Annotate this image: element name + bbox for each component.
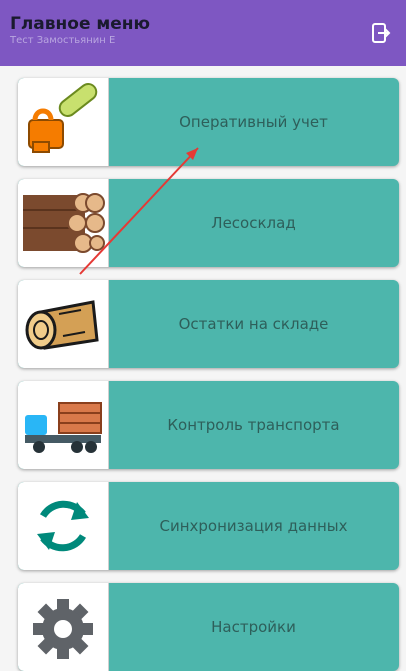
timber-truck-icon xyxy=(25,402,102,453)
menu-item-icon-box xyxy=(18,179,109,267)
menu-item-settings[interactable]: Настройки xyxy=(18,583,399,671)
menu-item-label: Синхронизация данных xyxy=(159,517,348,535)
chainsaw-icon xyxy=(28,82,98,153)
menu-item-stock-balance[interactable]: Остатки на складе xyxy=(18,280,399,368)
log-icon xyxy=(25,300,99,350)
sync-icon xyxy=(37,500,89,552)
menu-item-operational-accounting[interactable]: Оперативный учет xyxy=(18,78,399,166)
gear-icon xyxy=(33,599,93,659)
app-header: Главное меню Тест Замостьянин Е xyxy=(0,0,406,66)
log-pile-icon xyxy=(23,193,105,253)
menu-item-label: Оперативный учет xyxy=(179,113,328,131)
menu-item-icon-box xyxy=(18,583,109,671)
exit-icon[interactable] xyxy=(370,22,392,44)
user-subtitle: Тест Замостьянин Е xyxy=(10,35,116,46)
page-title: Главное меню xyxy=(10,14,151,34)
menu-item-timber-yard[interactable]: Лесосклад xyxy=(18,179,399,267)
menu-item-icon-box xyxy=(18,381,109,469)
menu-item-data-sync[interactable]: Синхронизация данных xyxy=(18,482,399,570)
menu-item-icon-box xyxy=(18,78,109,166)
menu-item-label: Контроль транспорта xyxy=(167,416,340,434)
menu-item-label: Остатки на складе xyxy=(178,315,329,333)
menu-item-label: Настройки xyxy=(211,618,296,636)
menu-item-label: Лесосклад xyxy=(211,214,296,232)
menu-item-transport-control[interactable]: Контроль транспорта xyxy=(18,381,399,469)
menu-item-icon-box xyxy=(18,482,109,570)
menu-item-icon-box xyxy=(18,280,109,368)
